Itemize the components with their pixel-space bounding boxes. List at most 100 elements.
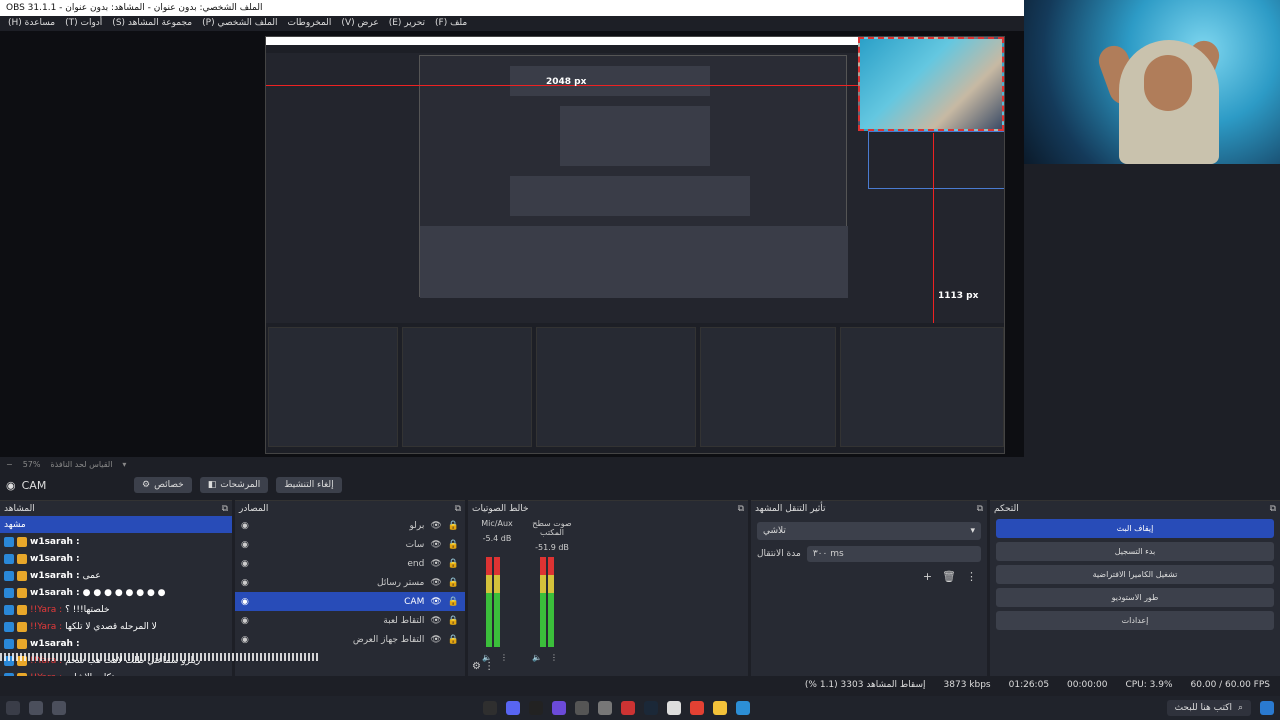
scale-mode-select[interactable]: القياس لحد النافذة <box>50 460 112 469</box>
obs-icon[interactable] <box>620 701 635 715</box>
edge-icon[interactable] <box>735 701 750 715</box>
control-button[interactable]: تشغيل الكاميرا الافتراضية <box>996 565 1274 584</box>
preview-canvas[interactable]: 2048 px 1113 px <box>0 31 1024 457</box>
app-icon[interactable] <box>52 701 66 715</box>
app-icon[interactable] <box>528 701 543 715</box>
control-button[interactable]: بدء التسجيل <box>996 542 1274 561</box>
channel-menu-icon[interactable]: ⋮ <box>500 653 508 662</box>
lock-icon[interactable]: 🔒 <box>448 597 459 607</box>
dock-float-icon[interactable]: ⧉ <box>977 504 983 514</box>
scene-label: مشهد <box>4 519 26 530</box>
chevron-down-icon[interactable]: ▾ <box>122 460 126 469</box>
source-item[interactable]: ◉ التقاط جهاز العرض 👁 🔒 <box>235 630 465 649</box>
nested-obs-preview[interactable]: 2048 px 1113 px <box>265 36 1005 454</box>
app-icon[interactable] <box>574 701 589 715</box>
menu-item[interactable]: مساعدة (H) <box>8 18 55 29</box>
source-item[interactable]: ◉ CAM 👁 🔒 <box>235 592 465 611</box>
scene-item[interactable]: !!Yara : خلصتها!!! ؟ <box>0 601 232 618</box>
menu-item[interactable]: أدوات (T) <box>65 18 102 29</box>
menu-item[interactable]: مجموعة المشاهد (S) <box>112 18 192 29</box>
lock-icon[interactable]: 🔒 <box>448 635 459 645</box>
search-placeholder: اكتب هنا للبحث <box>1174 703 1232 713</box>
menu-item[interactable]: تحرير (E) <box>389 18 425 29</box>
scene-item[interactable]: !!Yara : لا المرحله قصدي لا تلكها <box>0 618 232 635</box>
app-icon[interactable] <box>551 701 566 715</box>
eye-icon[interactable]: 👁 <box>430 540 441 550</box>
settings-icon[interactable] <box>666 701 681 715</box>
mixer-channel-mic: Mic/Aux -5.4 dB 🔈 ⋮ <box>472 519 522 669</box>
properties-button[interactable]: ⚙ خصائص <box>134 477 192 493</box>
app-icon[interactable] <box>29 701 43 715</box>
lock-icon[interactable]: 🔒 <box>448 540 459 550</box>
control-button[interactable]: طور الاستوديو <box>996 588 1274 607</box>
menu-item[interactable]: الملف الشخصي (P) <box>202 18 277 29</box>
chrome-icon[interactable] <box>689 701 704 715</box>
source-controls: التقاط جهاز العرض 👁 🔒 <box>353 635 459 645</box>
taskbar-search[interactable]: اكتب هنا للبحث ⌕ <box>1166 700 1251 716</box>
windows-start-icon[interactable] <box>1260 701 1274 715</box>
eye-icon[interactable]: 👁 <box>430 521 441 531</box>
discord-icon[interactable] <box>505 701 520 715</box>
lock-icon[interactable]: 🔒 <box>448 616 459 626</box>
add-icon[interactable]: + <box>923 570 932 583</box>
eye-icon[interactable]: 👁 <box>430 578 441 588</box>
deactivate-button[interactable]: إلغاء التنشيط <box>276 477 342 493</box>
source-item[interactable]: ◉ سات 👁 🔒 <box>235 535 465 554</box>
scene-item[interactable]: w1sarah : <box>0 635 232 652</box>
scenes-title: المشاهد <box>4 503 35 514</box>
scene-item[interactable]: w1sarah : <box>0 550 232 567</box>
zoom-minus-icon[interactable]: − <box>6 460 13 469</box>
dock-float-icon[interactable]: ⧉ <box>455 504 461 514</box>
dock-float-icon[interactable]: ⧉ <box>1270 504 1276 514</box>
mixer-settings-icon[interactable]: ⚙ ⋮ <box>472 661 494 672</box>
app-icon[interactable] <box>597 701 612 715</box>
trash-icon[interactable]: 🗑 <box>942 570 956 583</box>
more-icon[interactable]: ⋮ <box>966 570 977 583</box>
scene-item[interactable]: مشهد <box>0 516 232 533</box>
menu-item[interactable]: ملف (F) <box>435 18 467 29</box>
chat-badge-icon <box>17 536 27 547</box>
audio-mixer-dock: خالط الصوتيات ⧉ Mic/Aux -5.4 dB 🔈 ⋮ صوت … <box>468 500 748 676</box>
source-item[interactable]: ◉ برلو 👁 🔒 <box>235 516 465 535</box>
speaker-icon[interactable]: 🔈 <box>532 653 542 662</box>
user-icon[interactable] <box>6 701 20 715</box>
steam-icon[interactable] <box>643 701 658 715</box>
folder-icon[interactable] <box>712 701 727 715</box>
menu-item[interactable]: عرض (V) <box>341 18 378 29</box>
source-item[interactable]: ◉ مستر رسائل 👁 🔒 <box>235 573 465 592</box>
scene-item[interactable]: w1sarah : عمى <box>0 567 232 584</box>
control-button[interactable]: إيقاف البث <box>996 519 1274 538</box>
menu-item[interactable]: المخروطات <box>287 18 331 29</box>
eye-icon[interactable]: 👁 <box>430 597 441 607</box>
window-title: OBS 31.1.1 - الملف الشخصي: بدون عنوان - … <box>6 3 263 13</box>
lock-icon[interactable]: 🔒 <box>448 521 459 531</box>
lock-icon[interactable]: 🔒 <box>448 559 459 569</box>
app-icon[interactable] <box>482 701 497 715</box>
source-controls: برلو 👁 🔒 <box>409 521 459 531</box>
eye-icon[interactable]: 👁 <box>430 559 441 569</box>
eye-icon[interactable]: 👁 <box>430 616 441 626</box>
nested-block <box>560 106 710 166</box>
channel-menu-icon[interactable]: ⋮ <box>550 653 558 662</box>
duration-input[interactable]: ٣٠٠ ms <box>806 546 981 562</box>
scene-item[interactable]: w1sarah : <box>0 533 232 550</box>
filters-button[interactable]: ◧ المرشحات <box>199 477 269 493</box>
source-item[interactable]: ◉ end 👁 🔒 <box>235 554 465 573</box>
chat-badge-icon <box>17 553 27 564</box>
source-item[interactable]: ◉ التقاط لعبة 👁 🔒 <box>235 611 465 630</box>
chat-waveform <box>0 653 320 661</box>
chat-username: !!Yara : <box>30 604 63 615</box>
scene-item[interactable]: w1sarah : ● ● ● ● ● ● ● ● <box>0 584 232 601</box>
transition-select[interactable]: تلاشي ▾ <box>757 522 981 540</box>
deactivate-label: إلغاء التنشيط <box>284 480 334 490</box>
webcam-figure <box>1144 55 1192 111</box>
zoom-level[interactable]: 57% <box>23 460 41 469</box>
sources-title: المصادر <box>239 503 269 514</box>
control-button[interactable]: إعدادات <box>996 611 1274 630</box>
lock-icon[interactable]: 🔒 <box>448 578 459 588</box>
eye-icon[interactable]: 👁 <box>430 635 441 645</box>
cam-source-preview[interactable] <box>858 37 1004 131</box>
dock-float-icon[interactable]: ⧉ <box>222 504 228 514</box>
dock-float-icon[interactable]: ⧉ <box>738 504 744 514</box>
volume-meter <box>494 557 500 647</box>
